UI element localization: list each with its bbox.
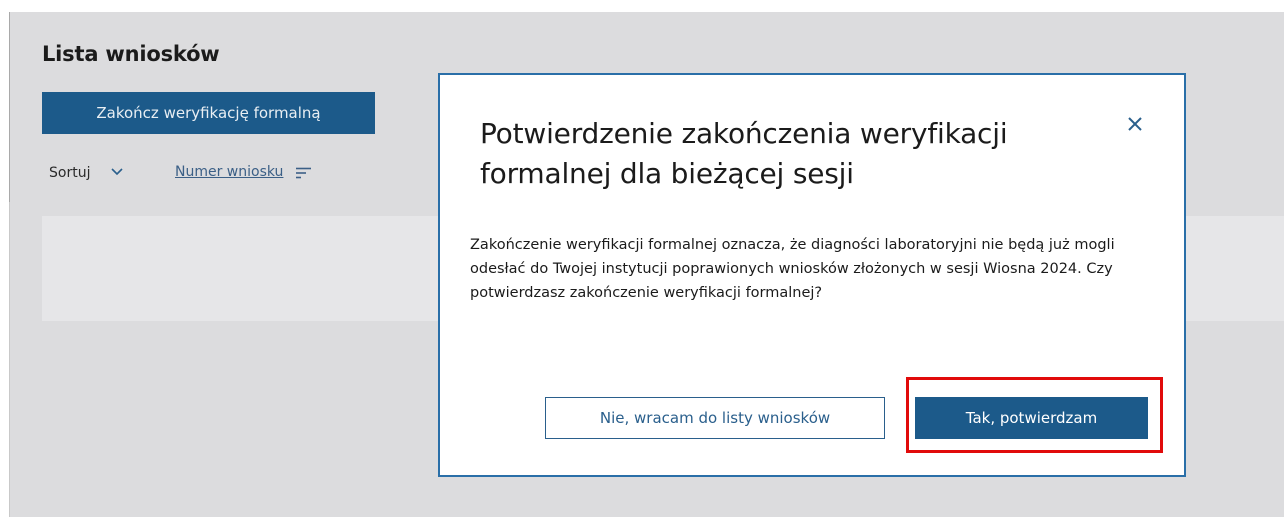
cancel-button[interactable]: Nie, wracam do listy wniosków — [545, 397, 885, 439]
dialog-message: Zakończenie weryfikacji formalnej oznacz… — [470, 237, 1115, 301]
page: Lista wniosków Zakończ weryfikację forma… — [0, 0, 1284, 517]
finish-verification-button[interactable]: Zakończ weryfikację formalną — [42, 92, 375, 134]
chevron-down-icon[interactable] — [110, 166, 124, 178]
page-title: Lista wniosków — [42, 42, 220, 66]
confirm-button[interactable]: Tak, potwierdzam — [915, 397, 1148, 439]
confirmation-dialog: Potwierdzenie zakończenia weryfikacji fo… — [438, 73, 1186, 477]
dialog-title: Potwierdzenie zakończenia weryfikacji fo… — [480, 117, 1008, 190]
sort-lines-icon[interactable] — [296, 167, 311, 179]
close-button[interactable] — [1124, 113, 1146, 135]
left-divider-accent — [9, 12, 10, 202]
sort-label[interactable]: Sortuj — [49, 165, 90, 181]
close-icon — [1128, 117, 1142, 131]
sort-field-link[interactable]: Numer wniosku — [175, 164, 283, 180]
